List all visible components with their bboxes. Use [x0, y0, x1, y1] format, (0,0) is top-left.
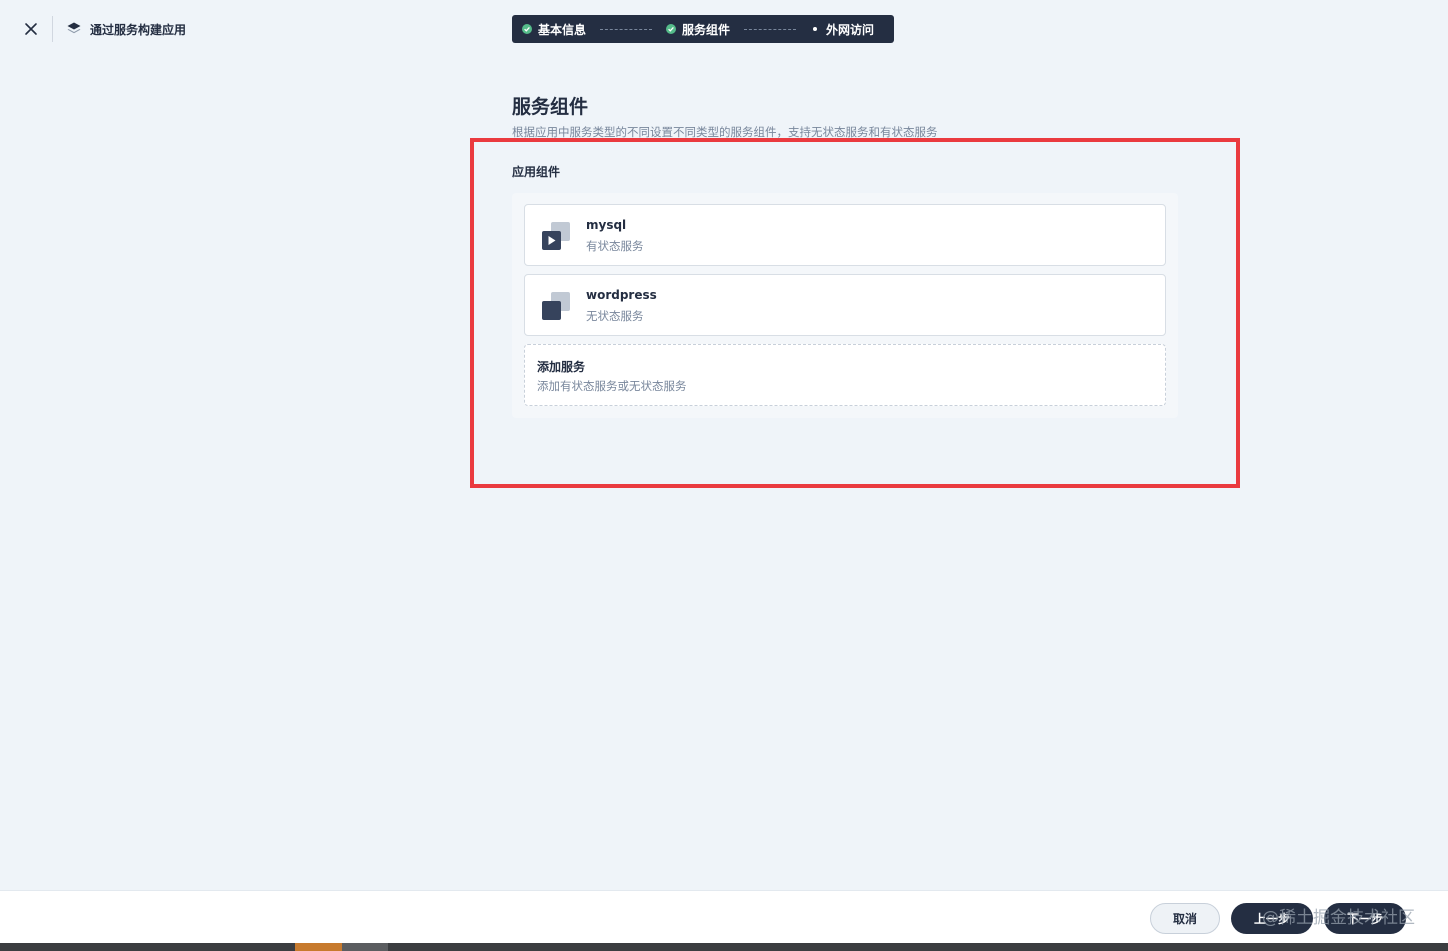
step-service-components[interactable]: 服务组件 [666, 21, 730, 38]
service-name: wordpress [586, 288, 657, 302]
check-circle-icon [522, 24, 532, 34]
page-description: 根据应用中服务类型的不同设置不同类型的服务组件，支持无状态服务和有状态服务 [512, 125, 938, 139]
step-separator [744, 28, 797, 30]
taskbar-app[interactable] [342, 943, 388, 951]
service-type: 无状态服务 [586, 309, 644, 323]
close-icon [25, 23, 37, 35]
service-card-wordpress[interactable]: wordpress 无状态服务 [524, 274, 1166, 336]
close-button[interactable] [20, 18, 42, 40]
taskbar [0, 943, 1448, 951]
step-label: 服务组件 [682, 22, 731, 37]
wizard-stepper: 基本信息 服务组件 外网访问 [512, 15, 894, 43]
step-label: 外网访问 [826, 22, 875, 37]
check-circle-icon [666, 24, 677, 34]
header-title: 通过服务构建应用 [90, 22, 187, 37]
components-panel: mysql 有状态服务 wordpress 无状态服务 添加服务 添加有状态服务… [512, 193, 1178, 418]
current-step-dot-icon [813, 27, 818, 31]
next-button[interactable]: 下一步 [1324, 903, 1406, 934]
stateful-service-icon [542, 222, 570, 250]
taskbar-app[interactable] [295, 943, 342, 951]
layers-icon [67, 22, 81, 34]
step-separator [600, 28, 653, 30]
add-service-description: 添加有状态服务或无状态服务 [537, 379, 687, 393]
step-label: 基本信息 [538, 22, 587, 37]
previous-button[interactable]: 上一步 [1231, 903, 1313, 934]
stateless-service-icon [542, 292, 570, 320]
footer-bar: 取消 上一步 下一步 @稀土掘金技术社区 [0, 890, 1448, 943]
section-label: 应用组件 [512, 165, 561, 179]
cancel-button[interactable]: 取消 [1150, 903, 1220, 934]
add-service-title: 添加服务 [537, 360, 586, 374]
page-header: 通过服务构建应用 [66, 19, 186, 39]
step-external-access[interactable]: 外网访问 [810, 21, 874, 38]
step-basic-info[interactable]: 基本信息 [522, 21, 586, 38]
service-type: 有状态服务 [586, 239, 644, 253]
service-card-mysql[interactable]: mysql 有状态服务 [524, 204, 1166, 266]
service-name: mysql [586, 218, 627, 232]
add-service-button[interactable]: 添加服务 添加有状态服务或无状态服务 [524, 344, 1166, 406]
page-title: 服务组件 [512, 96, 589, 118]
header-divider [52, 16, 53, 42]
